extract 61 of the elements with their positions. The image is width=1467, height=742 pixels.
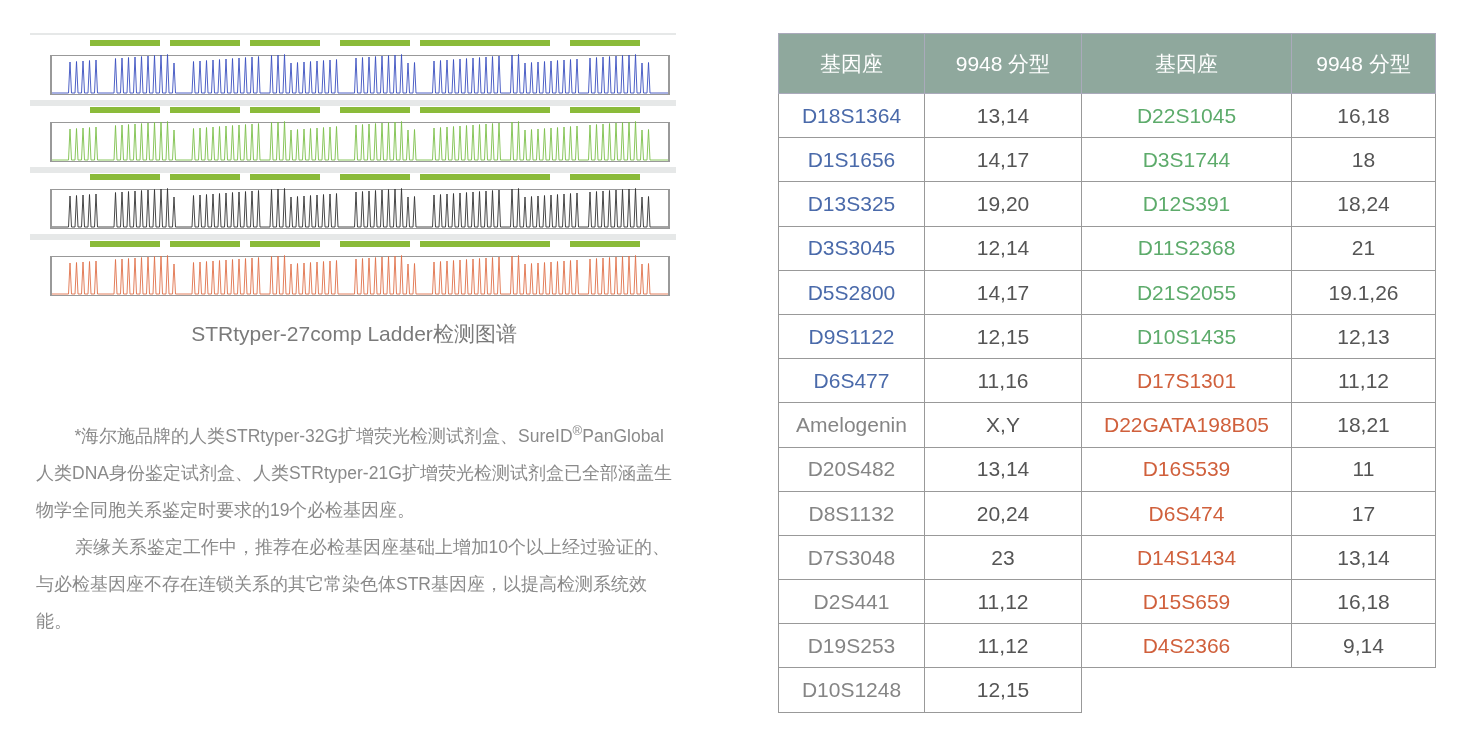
paragraph: 亲缘关系鉴定工作中，推荐在必检基因座基础上增加10个以上经过验证的、与必检基因座不存在连锁关系的其它常染色体STR基因座，以提高检测系统效能。 [36, 535, 671, 633]
genotype-cell: 19.1,26 [1291, 270, 1436, 315]
locus-cell: D18S1364 [778, 93, 925, 138]
locus-cell: D1S1656 [778, 137, 925, 182]
locus-cell: D22S1045 [1081, 93, 1292, 138]
locus-cell: D15S659 [1081, 579, 1292, 624]
genotype-cell: 11 [1291, 447, 1436, 492]
genotype-cell: 12,15 [924, 667, 1082, 713]
paragraph: *海尔施品牌的人类STRtyper-32G扩增荧光检测试剂盒、SureID$^{®}$PanGlobal人类DNA身份鉴定试剂盒、人类STRtyper-21G扩增荧光检测试剂盒已全部涵盖生物学全同胞关系鉴定时要求的19个必检基因座。 [36, 421, 673, 522]
locus-cell: D16S539 [1081, 447, 1292, 492]
genotype-cell: 9,14 [1291, 623, 1436, 668]
genotype-cell: 19,20 [924, 181, 1082, 227]
locus-cell: D22GATA198B05 [1081, 402, 1292, 447]
locus-cell: D19S253 [778, 623, 925, 668]
locus-cell: D17S1301 [1081, 358, 1292, 403]
genotype-cell: 11,16 [924, 358, 1082, 403]
genotype-cell: 14,17 [924, 270, 1082, 315]
locus-cell: D10S1435 [1081, 314, 1292, 359]
locus-cell: D21S2055 [1081, 270, 1292, 315]
genotype-cell: 13,14 [924, 93, 1082, 138]
locus-cell: D3S3045 [778, 226, 925, 271]
locus-cell: D13S325 [778, 181, 925, 227]
column-header: 基因座 [1081, 33, 1292, 94]
genotype-cell: 14,17 [924, 137, 1082, 182]
genotype-cell: 18,21 [1291, 402, 1436, 447]
locus-cell: D8S1132 [778, 491, 925, 536]
column-header: 9948 分型 [924, 33, 1082, 94]
locus-cell: Amelogenin [778, 402, 925, 447]
locus-cell: D5S2800 [778, 270, 925, 315]
genotype-cell: 11,12 [1291, 358, 1436, 403]
genotype-cell: 18,24 [1291, 181, 1436, 227]
locus-cell: D20S482 [778, 447, 925, 492]
genotype-cell: 21 [1291, 226, 1436, 271]
genotype-cell: 17 [1291, 491, 1436, 536]
genotype-cell: 11,12 [924, 623, 1082, 668]
genotype-cell: 13,14 [924, 447, 1082, 492]
genotype-cell: X,Y [924, 402, 1082, 447]
locus-cell: D2S441 [778, 579, 925, 624]
locus-cell: D6S477 [778, 358, 925, 403]
genotype-cell: 11,12 [924, 579, 1082, 624]
figure-caption: STRtyper-27comp Ladder检测图谱 [190, 321, 518, 347]
genotype-cell: 12,13 [1291, 314, 1436, 359]
locus-cell: D11S2368 [1081, 226, 1292, 271]
genotype-cell: 18 [1291, 137, 1436, 182]
locus-cell: D3S1744 [1081, 137, 1292, 182]
column-header: 基因座 [778, 33, 925, 94]
genotype-cell: 20,24 [924, 491, 1082, 536]
locus-cell: D7S3048 [778, 535, 925, 580]
genotype-cell: 12,14 [924, 226, 1082, 271]
genotype-cell: 16,18 [1291, 579, 1436, 624]
genotype-cell: 16,18 [1291, 93, 1436, 138]
locus-cell: D4S2366 [1081, 623, 1292, 668]
locus-cell: D6S474 [1081, 491, 1292, 536]
locus-cell: D9S1122 [778, 314, 925, 359]
genotype-cell: 13,14 [1291, 535, 1436, 580]
locus-cell: D12S391 [1081, 181, 1292, 227]
genotype-cell: 12,15 [924, 314, 1082, 359]
locus-cell: D10S1248 [778, 667, 925, 713]
locus-cell: D14S1434 [1081, 535, 1292, 580]
genotype-cell: 23 [924, 535, 1082, 580]
column-header: 9948 分型 [1291, 33, 1436, 94]
